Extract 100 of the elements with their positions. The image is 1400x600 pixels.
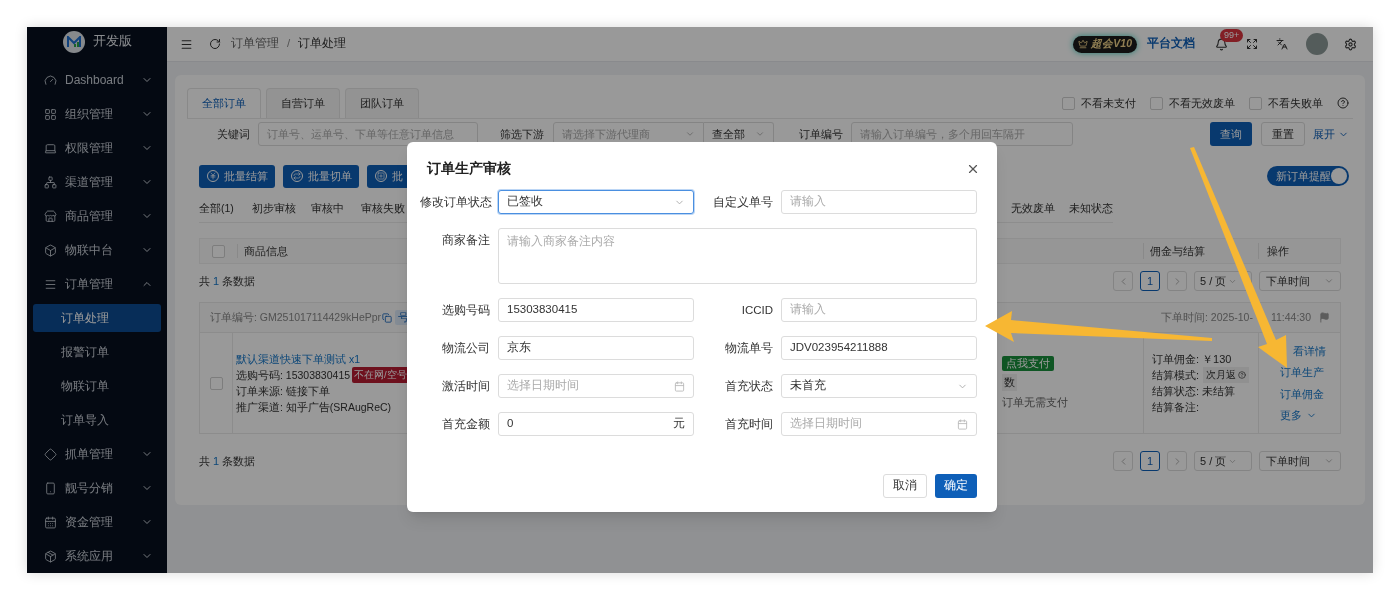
order-tab[interactable]: 团队订单 [345,88,419,118]
input-field[interactable]: 15303830415 [498,298,694,322]
status-tab[interactable]: 审核失败 [361,201,405,214]
breadcrumb-current: 订单处理 [298,36,347,52]
new-order-alert-toggle[interactable]: 新订单提醒 [1267,166,1349,186]
field-label: 修改订单状态 [420,195,490,210]
pay-tag[interactable]: 点我支付 [1002,355,1054,372]
sidebar-item[interactable]: 权限管理 [27,131,167,165]
input-field[interactable]: 京东 [498,336,694,360]
select-field[interactable]: 未首充 [781,374,977,398]
page-number[interactable]: 1 [1140,451,1160,471]
sidebar-item[interactable]: 抓单管理 [27,437,167,471]
diamond-icon [44,447,57,461]
field-label: 订单编号 [799,126,843,142]
calendar-icon [44,515,57,529]
more-link[interactable]: 更多 [1280,407,1317,424]
refresh-icon[interactable] [209,38,221,50]
action-link[interactable]: 看详情 [1293,342,1326,359]
bell-icon[interactable] [1215,37,1228,51]
calendar-icon [957,418,968,430]
checkbox[interactable] [212,244,225,258]
action-link[interactable]: 订单佣金 [1280,385,1324,402]
prev-page-button[interactable] [1113,271,1133,291]
submenu-item[interactable]: 报警订单 [33,338,161,366]
avatar[interactable] [1306,33,1328,55]
field-label: 物流公司 [441,341,490,356]
page-number[interactable]: 1 [1140,271,1160,291]
vip-badge[interactable]: 超会V10 [1073,35,1137,53]
field-label: 首充金额 [441,417,490,432]
fullscreen-icon[interactable] [1246,38,1258,50]
checkbox[interactable] [209,376,223,390]
batch-button[interactable]: 批量切单 [283,164,359,188]
submenu-item[interactable]: 订单处理 [33,304,161,332]
input-field[interactable]: 0 元 [498,412,694,436]
checkbox[interactable] [1150,96,1163,110]
field-label: ICCID [740,303,773,318]
order-tab[interactable]: 全部订单 [187,88,261,118]
order-source: 订单来源: 链接下单 [236,384,330,399]
status-tab[interactable]: 初步审核 [252,201,296,214]
translate-icon[interactable] [1276,38,1288,50]
pay-note: 订单无需支付 [1002,394,1068,410]
settle-mode-chip: 次月返 [1203,367,1250,383]
sidebar-item[interactable]: 渠道管理 [27,165,167,199]
product-link[interactable]: 默认渠道快速下单测试 x1 [236,351,360,367]
confirm-button[interactable]: 确定 [935,474,977,498]
menu-icon[interactable] [180,37,193,51]
chevron-down-icon [1324,276,1334,286]
query-button[interactable]: 查询 [1210,122,1252,146]
settle-status: 结算状态: 未结算 [1152,384,1236,399]
sidebar-item[interactable]: 系统应用 [27,539,167,573]
reset-button[interactable]: 重置 [1261,122,1305,146]
laptop-icon [44,141,57,155]
store-icon [44,209,57,223]
sidebar-item[interactable]: 资金管理 [27,505,167,539]
checkbox[interactable] [1249,96,1262,110]
sidebar-item[interactable]: Dashboard [27,63,167,97]
copy-icon[interactable] [382,312,393,323]
next-page-button[interactable] [1167,451,1187,471]
input-field[interactable]: JDV023954211888 [781,336,977,360]
submenu-item[interactable]: 物联订单 [33,372,161,400]
column-header: 操作 [1258,242,1340,260]
expand-link[interactable]: 展开 [1313,125,1349,143]
field-label: 物流单号 [724,341,773,356]
sidebar-item[interactable]: 组织管理 [27,97,167,131]
action-link[interactable]: 订单生产 [1280,364,1324,381]
help-icon[interactable] [1337,97,1349,109]
status-tab[interactable]: 全部(1) [199,201,234,214]
sidebar-item[interactable]: 订单管理 [27,267,167,301]
field-label: 商家备注 [441,233,490,248]
sort-select[interactable]: 下单时间 [1259,271,1341,291]
field-label: 关键词 [216,126,250,142]
sidebar-item[interactable]: 物联中台 [27,233,167,267]
status-tab[interactable]: 未知状态 [1069,200,1113,217]
select-field[interactable]: 已签收 [498,190,694,214]
help-icon[interactable] [1238,371,1247,379]
order-time: 下单时间: 2025-10- [1161,309,1253,325]
cube-icon [44,243,57,257]
breadcrumb-link[interactable]: 订单管理 [231,35,279,53]
cancel-button[interactable]: 取消 [883,474,927,498]
prev-page-button[interactable] [1113,451,1133,471]
chevron-down-icon [1324,456,1334,466]
checkbox[interactable] [1062,96,1075,110]
status-tab[interactable]: 审核中 [311,201,344,214]
sidebar-item[interactable]: 商品管理 [27,199,167,233]
settings-icon[interactable] [1344,37,1357,51]
field-label: 激活时间 [441,379,490,394]
flag-icon[interactable] [1319,312,1330,323]
sort-select[interactable]: 下单时间 [1259,451,1341,471]
status-tab[interactable]: 无效废单 [1011,200,1055,217]
calendar-icon [674,380,685,392]
next-page-button[interactable] [1167,271,1187,291]
sidebar-item[interactable]: 靓号分销 [27,471,167,505]
submenu-item[interactable]: 订单导入 [33,406,161,434]
batch-button[interactable]: 批量结算 [199,164,275,188]
chevron-down-icon [755,129,765,139]
network-icon [44,175,57,189]
docs-link[interactable]: 平台文档 [1147,35,1195,53]
page-size-select[interactable]: 5 / 页 [1194,451,1252,471]
promo-channel: 推广渠道: 知乎广告(SRAugReC) [236,400,392,415]
order-tab[interactable]: 自营订单 [266,88,340,118]
